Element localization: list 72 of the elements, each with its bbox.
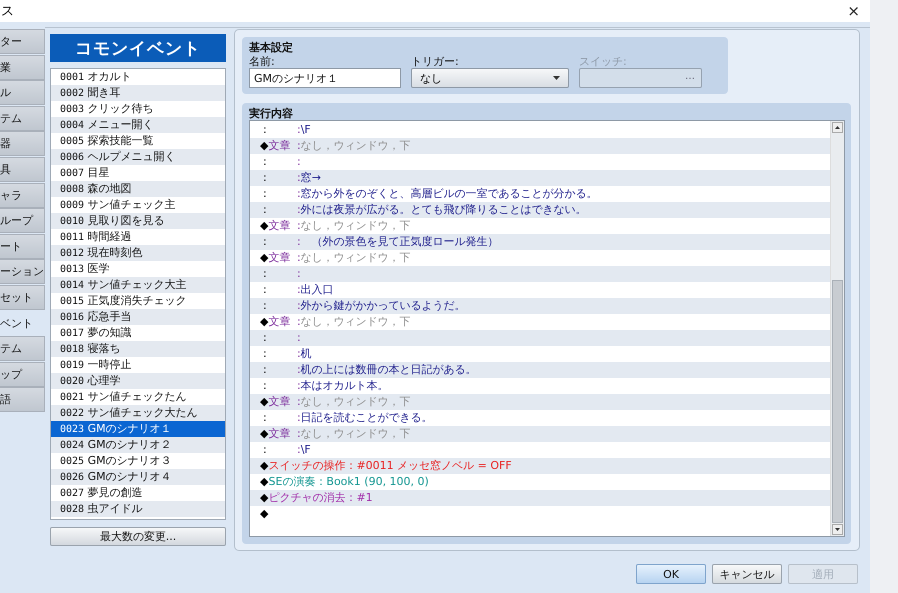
dialog-button[interactable]: OK (636, 564, 706, 584)
event-item[interactable]: 0008 森の地図 (51, 181, 225, 197)
scroll-down-icon[interactable] (832, 524, 843, 535)
event-item[interactable]: 0001 オカルト (51, 69, 225, 85)
tab[interactable]: セット (0, 284, 45, 310)
event-item[interactable]: 0002 聞き耳 (51, 85, 225, 101)
trigger-dropdown[interactable]: なし (411, 68, 569, 88)
tab[interactable]: 具 (0, 156, 45, 182)
event-item[interactable]: 0026 GMのシナリオ４ (51, 469, 225, 485)
tab[interactable]: ップ (0, 362, 45, 387)
script-line[interactable]: ◆文章 :なし，ウィンドウ，下 (250, 218, 830, 234)
script-line[interactable]: : :\F (250, 442, 830, 458)
field-label: スイッチ: (579, 54, 628, 67)
dropdown-arrow-icon (553, 76, 560, 80)
tab[interactable]: ーション (0, 259, 45, 284)
tab[interactable]: ター (0, 29, 45, 54)
name-field[interactable]: GMのシナリオ１ (249, 68, 401, 88)
tab[interactable]: ート (0, 234, 45, 259)
tab[interactable]: テム (0, 336, 45, 362)
window-title: ス (1, 3, 14, 20)
field-label: トリガー: (411, 54, 460, 67)
tab[interactable]: ル (0, 80, 45, 106)
event-item[interactable]: 0011 時間経過 (51, 229, 225, 245)
script-line[interactable]: ◆ (250, 506, 830, 522)
event-item[interactable]: 0018 寝落ち (51, 341, 225, 357)
event-item[interactable]: 0010 見取り図を見る (51, 213, 225, 229)
script-line[interactable]: ◆文章 :なし，ウィンドウ，下 (250, 314, 830, 330)
event-item[interactable]: 0024 GMのシナリオ２ (51, 437, 225, 453)
script-line[interactable]: : :日記を読むことができる。 (250, 410, 830, 426)
event-item[interactable]: 0017 夢の知識 (51, 325, 225, 341)
scroll-up-icon[interactable] (832, 122, 843, 133)
script-line[interactable]: : : (250, 154, 830, 170)
script-line[interactable]: : :本はオカルト本。 (250, 378, 830, 394)
event-item[interactable]: 0021 サン値チェックたん (51, 389, 225, 405)
tab[interactable]: 器 (0, 131, 45, 156)
scrollbar[interactable] (830, 121, 844, 536)
event-item[interactable]: 0019 一時停止 (51, 357, 225, 373)
group-title: 基本設定 (249, 40, 294, 54)
event-item[interactable]: 0009 サン値チェック主 (51, 197, 225, 213)
event-item[interactable]: 0028 虫アイドル (51, 501, 225, 517)
tab[interactable]: ャラ (0, 182, 45, 208)
tab[interactable]: 業 (0, 54, 45, 80)
script-line[interactable]: : :窓から外をのぞくと、高層ビルの一室であることが分かる。 (250, 186, 830, 202)
event-item[interactable]: 0016 応急手当 (51, 309, 225, 325)
event-item[interactable]: 0006 ヘルプメニュ開く (51, 149, 225, 165)
script-line[interactable]: : :\F (250, 122, 830, 138)
event-item[interactable]: 0015 正気度消失チェック (51, 293, 225, 309)
close-button[interactable]: × (843, 2, 864, 20)
script-line[interactable]: : :机 (250, 346, 830, 362)
tab[interactable]: 語 (0, 387, 45, 412)
panel-title: コモンイベント (50, 34, 226, 62)
dialog-button[interactable]: キャンセル (712, 564, 782, 584)
event-item[interactable]: 0022 サン値チェック大たん (51, 405, 225, 421)
event-item[interactable]: 0014 サン値チェック大主 (51, 277, 225, 293)
script-line[interactable]: ◆SEの演奏：Book1 (90, 100, 0) (250, 474, 830, 490)
event-item[interactable]: 0023 GMのシナリオ１ (51, 421, 225, 437)
event-item[interactable]: 0005 探索技能一覧 (51, 133, 225, 149)
script-line[interactable]: ◆文章 :なし，ウィンドウ，下 (250, 250, 830, 266)
event-item[interactable]: 0003 クリック待ち (51, 101, 225, 117)
event-item[interactable]: 0013 医学 (51, 261, 225, 277)
tab[interactable]: テム (0, 106, 45, 131)
change-max-button[interactable]: 最大数の変更... (50, 527, 226, 546)
event-item[interactable]: 0007 目星 (51, 165, 225, 181)
event-item[interactable]: 0012 現在時刻色 (51, 245, 225, 261)
group-title: 実行内容 (249, 106, 294, 120)
tab[interactable]: ループ (0, 208, 45, 234)
field-label: 名前: (249, 54, 276, 67)
event-item[interactable]: 0025 GMのシナリオ３ (51, 453, 225, 469)
script-line[interactable]: : :出入口 (250, 282, 830, 298)
event-item[interactable]: 0027 夢見の創造 (51, 485, 225, 501)
event-item[interactable]: 0020 心理学 (51, 373, 225, 389)
event-item[interactable]: 0004 メニュー開く (51, 117, 225, 133)
